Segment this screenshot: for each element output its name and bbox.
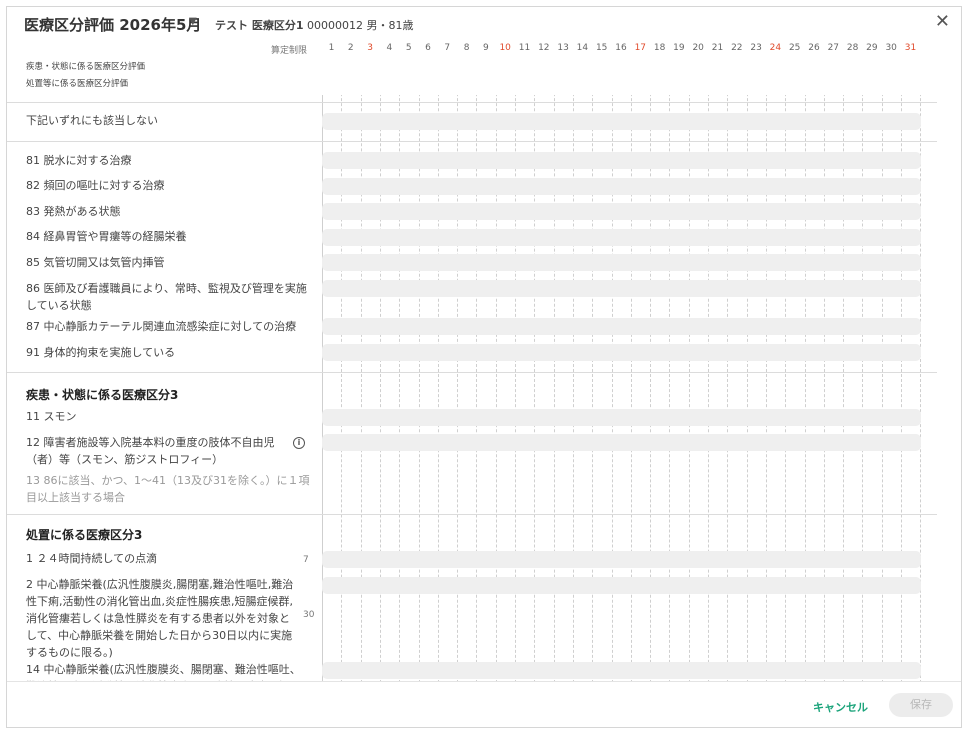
evaluation-dialog: 医療区分評価 2026年5月 ▼ テスト 医療区分1 00000012 男・81… [6, 6, 962, 728]
row-t14-days[interactable] [322, 662, 921, 679]
subheader-treatment: 処置等に係る医療区分評価 [26, 79, 129, 89]
row-86-label: 86 医師及び看護職員により、常時、監視及び管理を実施している状態 [26, 282, 307, 312]
row-83-days[interactable] [322, 203, 921, 220]
day-22: 22 [731, 43, 743, 53]
row-81-days[interactable] [322, 152, 921, 169]
row-82-label: 82 頻回の嘔吐に対する治療 [26, 179, 165, 192]
divider [7, 102, 937, 103]
day-5: 5 [405, 43, 412, 53]
info-icon[interactable]: i [293, 437, 305, 449]
row-12-label: 12 障害者施設等入院基本料の重度の肢体不自由児（者）等（スモン、筋ジストロフィ… [26, 436, 275, 466]
row-none-label: 下記いずれにも該当しない [26, 114, 158, 127]
row-t1-days[interactable] [322, 551, 921, 568]
day-24: 24 [769, 43, 782, 53]
save-button[interactable]: 保存 [889, 693, 953, 717]
patient-sex-age: 男・81歳 [366, 19, 414, 32]
row-t2-label: 2 中心静脈栄養(広汎性腹膜炎,腸閉塞,難治性嘔吐,難治性下痢,活動性の消化管出… [26, 578, 294, 659]
day-14: 14 [576, 43, 589, 53]
day-11: 11 [518, 43, 531, 53]
day-16: 16 [615, 43, 627, 53]
day-27: 27 [827, 43, 840, 53]
divider [7, 372, 937, 373]
row-none-days[interactable] [322, 113, 921, 130]
patient-id: 00000012 [306, 19, 363, 32]
month-dropdown-caret-icon[interactable]: ▼ [189, 16, 197, 27]
cancel-button[interactable]: キャンセル [813, 699, 868, 715]
evaluation-scroll-area[interactable]: 下記いずれにも該当しない 81 脱水に対する治療 82 頻回の嘔吐に対する治療 … [7, 95, 937, 683]
close-icon[interactable]: ✕ [935, 11, 950, 32]
row-12-days[interactable] [322, 434, 921, 451]
day-13: 13 [557, 43, 569, 53]
day-2: 2 [347, 43, 354, 53]
patient-name: テスト 医療区分1 [215, 19, 304, 32]
row-87-days[interactable] [322, 318, 921, 335]
day-1: 1 [328, 43, 335, 53]
row-82-days[interactable] [322, 178, 921, 195]
row-87-label: 87 中心静脈カテーテル関連血流感染症に対しての治療 [26, 320, 297, 333]
row-84-days[interactable] [322, 229, 921, 246]
section-title-treatment3: 処置に係る医療区分3 [26, 528, 143, 542]
day-30: 30 [885, 43, 897, 53]
row-81-label: 81 脱水に対する治療 [26, 154, 132, 167]
row-t2-days[interactable] [322, 577, 921, 594]
day-17: 17 [634, 43, 647, 53]
day-18: 18 [653, 43, 666, 53]
day-9: 9 [483, 43, 489, 53]
divider [7, 141, 937, 142]
row-85-days[interactable] [322, 254, 921, 271]
row-11-label: 11 スモン [26, 410, 77, 423]
row-t14-label: 14 中心静脈栄養(広汎性腹膜炎、腸閉塞、難治性嘔吐、難治性下痢、活動性の消化管… [26, 663, 301, 683]
day-20: 20 [692, 43, 704, 53]
dialog-footer: キャンセル 保存 [7, 681, 961, 727]
day-7: 7 [444, 43, 451, 53]
day-10: 10 [499, 43, 511, 53]
patient-info: テスト 医療区分1 00000012 男・81歳 [215, 17, 413, 33]
day-26: 26 [808, 43, 820, 53]
row-86-days[interactable] [322, 280, 921, 297]
section-title-disease3: 疾患・状態に係る医療区分3 [26, 388, 179, 402]
day-31: 31 [904, 43, 917, 53]
subheader-disease: 疾患・状態に係る医療区分評価 [26, 62, 146, 72]
day-29: 29 [866, 43, 878, 53]
day-12: 12 [538, 43, 550, 53]
day-8: 8 [463, 43, 470, 53]
dialog-title[interactable]: 医療区分評価 2026年5月 [24, 14, 201, 35]
day-6: 6 [425, 43, 431, 53]
limit-column-label: 算定制限 [271, 46, 308, 56]
day-28: 28 [846, 43, 859, 53]
day-21: 21 [711, 43, 724, 53]
day-23: 23 [750, 43, 762, 53]
row-91-label: 91 身体的拘束を実施している [26, 346, 176, 359]
day-15: 15 [595, 43, 608, 53]
row-11-days[interactable] [322, 409, 921, 426]
row-91-days[interactable] [322, 344, 921, 361]
row-84-label: 84 経鼻胃管や胃瘻等の経腸栄養 [26, 230, 187, 243]
day-4: 4 [386, 43, 393, 53]
row-85-label: 85 気管切開又は気管内挿管 [26, 256, 165, 269]
day-25: 25 [788, 43, 801, 53]
row-83-label: 83 発熱がある状態 [26, 205, 121, 218]
divider [7, 514, 937, 515]
row-t2-limit: 30 [303, 610, 315, 620]
day-3: 3 [367, 43, 373, 53]
row-t1-limit: 7 [303, 555, 309, 565]
day-19: 19 [673, 43, 685, 53]
row-t1-label: 1 ２４時間持続しての点滴 [26, 552, 158, 565]
row-13-label: 13 86に該当、かつ、1〜41（13及び31を除く。）に１項目以上該当する場合 [26, 474, 310, 504]
